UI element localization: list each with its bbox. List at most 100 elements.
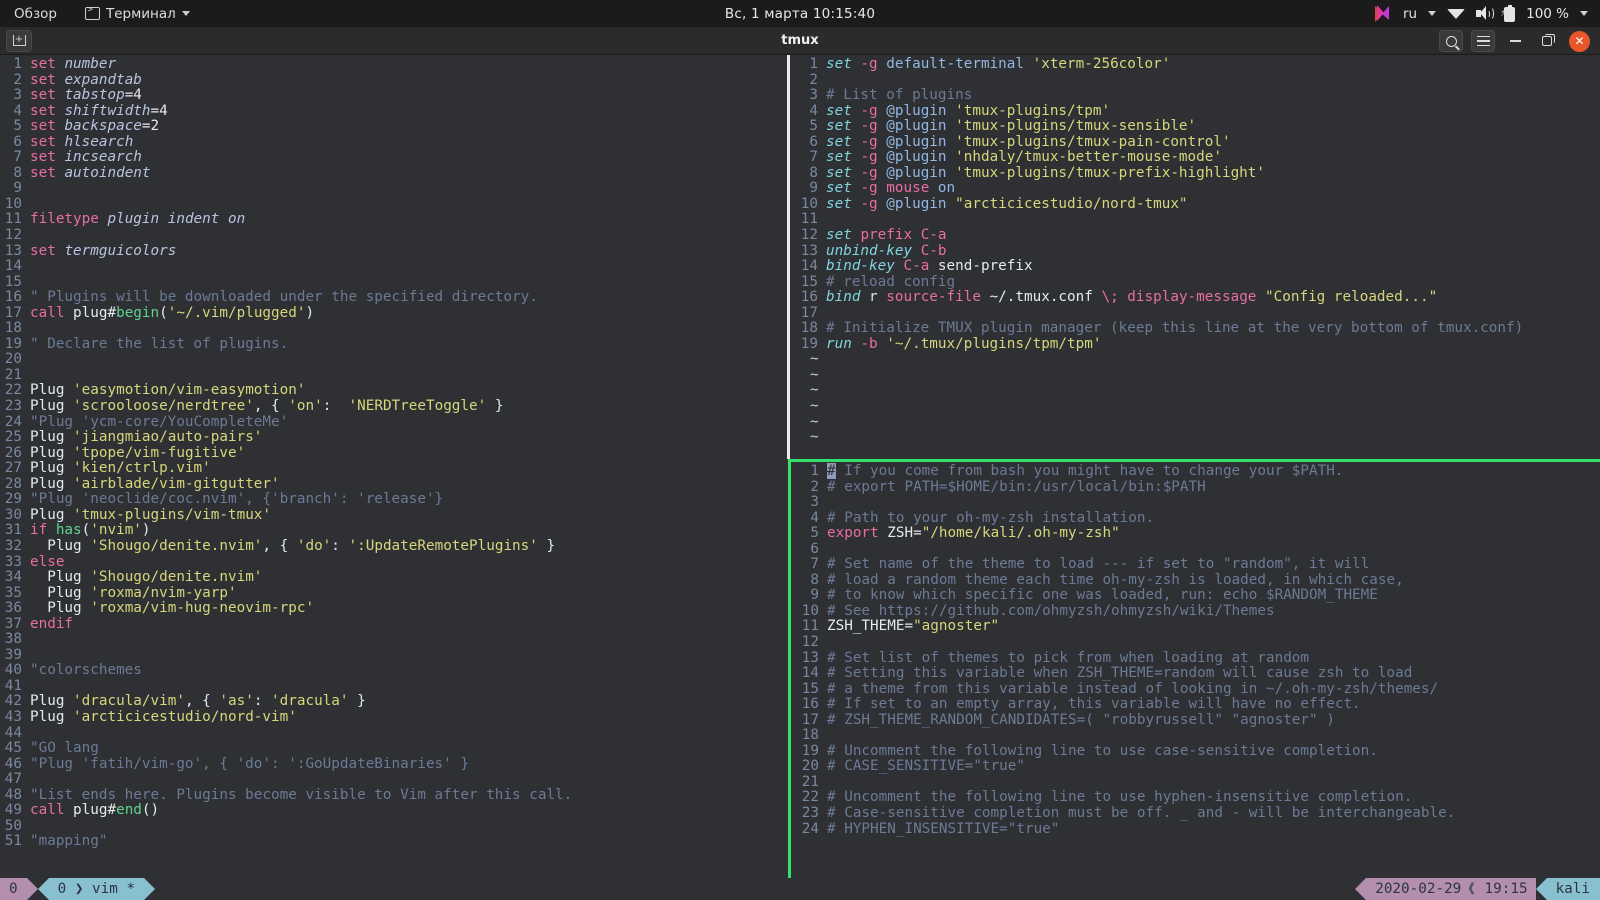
code-line: 18# Initialize TMUX plugin manager (keep… [796, 321, 1600, 337]
code-line: 23Plug 'scrooloose/nerdtree', { 'on': 'N… [0, 399, 787, 415]
maximize-button[interactable] [1535, 30, 1559, 52]
minimize-button[interactable] [1503, 30, 1527, 52]
code-line: 26Plug 'tpope/vim-fugitive' [0, 446, 787, 462]
code-line: 1set -g default-terminal 'xterm-256color… [796, 57, 1600, 73]
code-line: 40"colorschemes [0, 663, 787, 679]
new-tab-button[interactable] [6, 30, 32, 52]
code-line: 14 [0, 259, 787, 275]
code-line: 16bind r source-file ~/.tmux.conf \; dis… [796, 290, 1600, 306]
wifi-icon[interactable] [1447, 9, 1465, 19]
code-line: 2# export PATH=$HOME/bin:/usr/local/bin:… [797, 480, 1600, 496]
tmux-window-segment[interactable]: 0 ❯ vim * [49, 878, 144, 900]
code-line: 17 [796, 306, 1600, 322]
tmux-window-arrow-right [144, 878, 155, 900]
code-line: 33else [0, 555, 787, 571]
code-line: 10set -g @plugin "arcticicestudio/nord-t… [796, 197, 1600, 213]
menu-button[interactable] [1471, 30, 1495, 52]
search-button[interactable] [1439, 30, 1463, 52]
code-line: 12 [797, 635, 1600, 651]
code-line: 45"GO lang [0, 741, 787, 757]
tmux-session-arrow [27, 878, 38, 900]
zshrc-code: 1# If you come from bash you might have … [791, 462, 1600, 837]
code-line: 31if has('nvim') [0, 523, 787, 539]
vimrc-code: 1set number2set expandtab3set tabstop=44… [0, 55, 787, 850]
close-button[interactable]: ✕ [1569, 31, 1590, 52]
code-line: 1set number [0, 57, 787, 73]
pane-zshrc[interactable]: 1# If you come from bash you might have … [791, 462, 1600, 878]
code-line: 22# Uncomment the following line to use … [797, 790, 1600, 806]
code-line: 19# Uncomment the following line to use … [797, 744, 1600, 760]
code-line: 6 [797, 542, 1600, 558]
code-line: 13set termguicolors [0, 244, 787, 260]
code-line: 37endif [0, 617, 787, 633]
code-line: 14bind-key C-a send-prefix [796, 259, 1600, 275]
code-line: 17call plug#begin('~/.vim/plugged') [0, 306, 787, 322]
code-line: 10 [0, 197, 787, 213]
code-line: 29"Plug 'neoclide/coc.nvim', {'branch': … [0, 492, 787, 508]
tmux-date-label: 2020-02-29 [1375, 881, 1461, 897]
kali-logo-icon[interactable] [1375, 5, 1392, 22]
code-line: 42Plug 'dracula/vim', { 'as': 'dracula' … [0, 694, 787, 710]
code-line: 13unbind-key C-b [796, 244, 1600, 260]
code-line: 11filetype plugin indent on [0, 212, 787, 228]
code-line: 10# See https://github.com/ohmyzsh/ohmyz… [797, 604, 1600, 620]
code-line: 5set backspace=2 [0, 119, 787, 135]
code-line: 18 [797, 728, 1600, 744]
tmux-time-label: 19:15 [1485, 881, 1528, 897]
code-line: 13# Set list of themes to pick from when… [797, 651, 1600, 667]
code-line: 23# Case-sensitive completion must be of… [797, 806, 1600, 822]
keyboard-layout-indicator[interactable]: ru [1403, 6, 1417, 22]
code-line: 9set -g mouse on [796, 181, 1600, 197]
code-line: 18 [0, 321, 787, 337]
code-line: 49call plug#end() [0, 803, 787, 819]
tmux-status-bar: 0 0 ❯ vim * 2020-02-29 ❰ 19:15 kali [0, 878, 1600, 900]
code-line: 6set hlsearch [0, 135, 787, 151]
code-line: 47 [0, 772, 787, 788]
new-tab-icon [13, 35, 26, 46]
tmux-date-arrow [1355, 878, 1366, 900]
volume-icon[interactable] [1476, 6, 1493, 21]
window-controls: ✕ [1439, 27, 1594, 55]
code-line: 3set tabstop=4 [0, 88, 787, 104]
zshrc-status-line: ".zshrc" 99L, 3554C 1,1 Top [791, 862, 1600, 878]
code-line: 35 Plug 'roxma/nvim-yarp' [0, 586, 787, 602]
tmux-status-left: 0 0 ❯ vim * [0, 878, 155, 900]
code-line: 8# load a random theme each time oh-my-z… [797, 573, 1600, 589]
code-line: 36 Plug 'roxma/vim-hug-neovim-rpc' [0, 601, 787, 617]
code-line: 8set autoindent [0, 166, 787, 182]
pane-vimrc[interactable]: 1set number2set expandtab3set tabstop=44… [0, 55, 787, 878]
terminal-canvas[interactable]: codeby.net 1set number2set expandtab3set… [0, 55, 1600, 900]
chevron-down-icon-layout [1428, 11, 1436, 16]
code-line: 16" Plugins will be downloaded under the… [0, 290, 787, 306]
code-line: 20 [0, 352, 787, 368]
pane-tmux-conf[interactable]: 1set -g default-terminal 'xterm-256color… [790, 55, 1600, 459]
tmux-host-arrow [1536, 878, 1547, 900]
code-line: 30Plug 'tmux-plugins/vim-tmux' [0, 508, 787, 524]
empty-line-marker: ~ [796, 352, 1600, 368]
hamburger-menu-icon [1477, 36, 1490, 47]
window-title-bar: tmux ✕ [0, 27, 1600, 55]
close-icon: ✕ [1574, 34, 1584, 48]
tmux-time-segment[interactable]: ❰ 19:15 [1465, 878, 1535, 900]
tmux-window-arrow-left [38, 878, 49, 900]
code-line: 7set -g @plugin 'nhdaly/tmux-better-mous… [796, 150, 1600, 166]
empty-line-marker: ~ [796, 415, 1600, 431]
code-line: 12set prefix C-a [796, 228, 1600, 244]
tmuxconf-code: 1set -g default-terminal 'xterm-256color… [790, 55, 1600, 446]
code-line: 34 Plug 'Shougo/denite.nvim' [0, 570, 787, 586]
tmux-date-segment[interactable]: 2020-02-29 [1366, 878, 1465, 900]
code-line: 44 [0, 726, 787, 742]
code-line: 21 [0, 368, 787, 384]
code-line: 5set -g @plugin 'tmux-plugins/tmux-sensi… [796, 119, 1600, 135]
tmux-session-segment[interactable]: 0 [0, 878, 27, 900]
empty-line-marker: ~ [796, 383, 1600, 399]
tmux-host-segment[interactable]: kali [1547, 878, 1600, 900]
battery-icon[interactable]: ⚡ [1504, 6, 1515, 22]
chevron-down-icon-system[interactable] [1580, 11, 1588, 16]
code-line: 3 [797, 495, 1600, 511]
code-line: 7# Set name of the theme to load --- if … [797, 557, 1600, 573]
system-top-bar: Обзор Терминал Вс, 1 марта 10:15:40 ru ⚡… [0, 0, 1600, 27]
code-line: 48"List ends here. Plugins become visibl… [0, 788, 787, 804]
code-line: 11ZSH_THEME="agnoster" [797, 619, 1600, 635]
clock[interactable]: Вс, 1 марта 10:15:40 [0, 6, 1600, 22]
